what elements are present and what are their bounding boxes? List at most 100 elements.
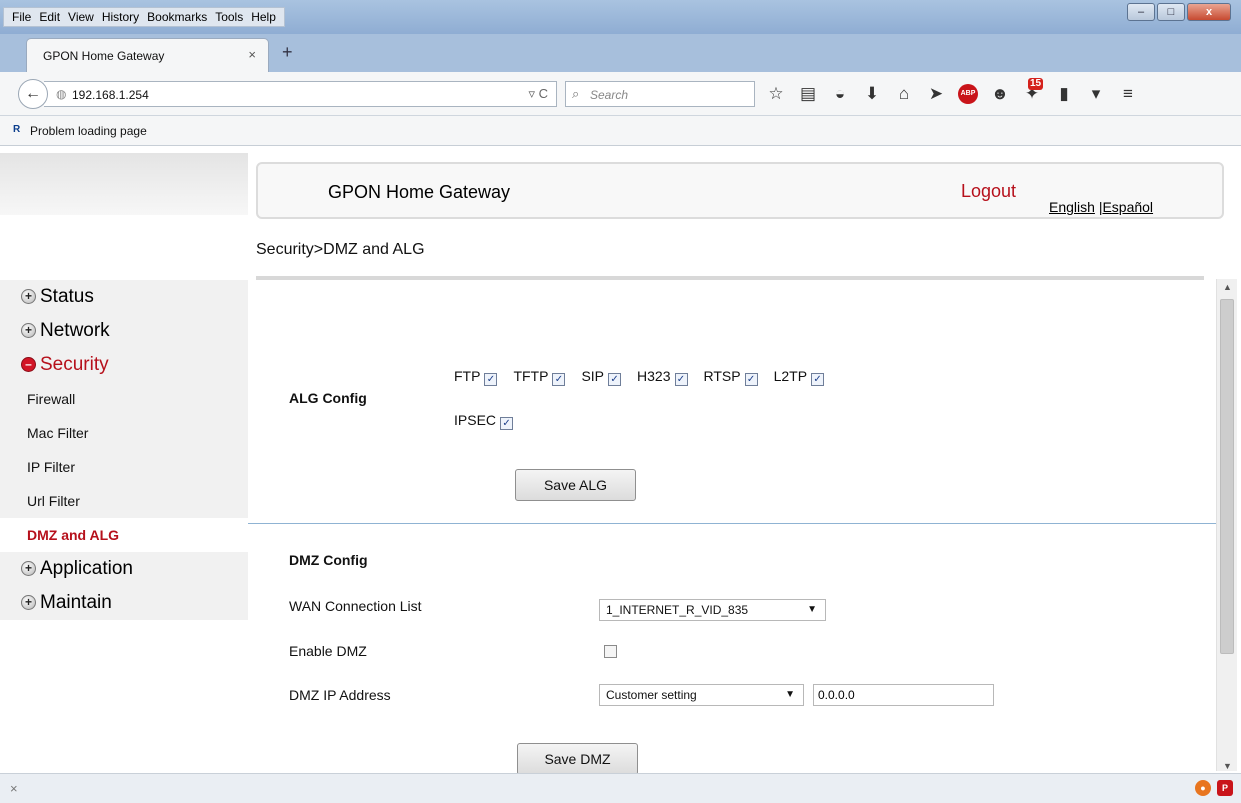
sidebar-nav: + Status + Network – Security Firewall Mac …: [0, 280, 248, 620]
dmz-ip-mode-value: Customer setting: [606, 688, 697, 702]
status-close-icon[interactable]: ×: [10, 781, 18, 796]
adblock-icon[interactable]: ABP: [958, 84, 978, 104]
lang-spanish-link[interactable]: Español: [1102, 199, 1153, 215]
scroll-up-icon[interactable]: ▲: [1223, 282, 1232, 292]
sidebar-item-security[interactable]: – Security: [0, 348, 248, 382]
alg-option-rtsp[interactable]: RTSP ✓: [704, 368, 758, 386]
dropdown-icon[interactable]: ▾: [1080, 84, 1112, 104]
save-alg-button[interactable]: Save ALG: [515, 469, 636, 501]
sidebar-item-status[interactable]: + Status: [0, 280, 248, 314]
scroll-down-icon[interactable]: ▼: [1223, 761, 1232, 771]
lang-english-link[interactable]: English: [1049, 199, 1095, 215]
clipboard-icon[interactable]: ▮: [1048, 84, 1080, 104]
menu-edit[interactable]: Edit: [35, 8, 64, 26]
wan-connection-label: WAN Connection List: [289, 598, 422, 614]
bookmark-star-icon[interactable]: ☆: [760, 84, 792, 104]
checkbox[interactable]: ✓: [674, 373, 688, 386]
tab-close-icon[interactable]: ×: [248, 47, 256, 62]
alg-option-ftp[interactable]: FTP ✓: [454, 368, 498, 386]
option-label: SIP: [581, 368, 605, 384]
sidebar-item-application[interactable]: + Application: [0, 552, 248, 586]
alg-option-ipsec[interactable]: IPSEC ✓: [454, 412, 514, 430]
home-icon[interactable]: ⌂: [888, 84, 920, 104]
reload-icon[interactable]: ▿ C: [528, 86, 548, 102]
sidebar-item-maintain[interactable]: + Maintain: [0, 586, 248, 620]
dmz-ip-mode-select[interactable]: Customer setting ▼: [599, 684, 804, 706]
sidebar-item-label: Security: [40, 354, 109, 375]
back-button[interactable]: ←: [18, 79, 48, 109]
window-controls: – □ x: [1127, 3, 1231, 21]
url-bar[interactable]: ◍ 192.168.1.254 ▿ C: [44, 81, 557, 107]
downloads-icon[interactable]: ⬇: [856, 84, 888, 104]
chevron-down-icon: ▼: [807, 604, 817, 615]
alg-options: FTP ✓ TFTP ✓ SIP ✓ H323 ✓ RTSP ✓ L2TP ✓: [454, 368, 825, 386]
browser-tab[interactable]: GPON Home Gateway ×: [26, 38, 269, 72]
page-viewport: GPON Home Gateway Logout English |Españo…: [0, 146, 1241, 773]
send-icon[interactable]: ➤: [920, 84, 952, 104]
enable-dmz-checkbox[interactable]: [604, 645, 617, 658]
search-input[interactable]: ⌕ Search: [565, 81, 755, 107]
alg-option-l2tp[interactable]: L2TP ✓: [774, 368, 825, 386]
reading-list-icon[interactable]: ▤: [792, 84, 824, 104]
alg-option-h323[interactable]: H323 ✓: [637, 368, 688, 386]
notification-icon[interactable]: ✦ 15: [1016, 78, 1048, 104]
option-label: H323: [637, 368, 671, 384]
checkbox[interactable]: ✓: [484, 373, 498, 386]
sidebar-item-ip-filter[interactable]: IP Filter: [0, 450, 248, 484]
section-divider: [248, 523, 1216, 524]
expand-icon: +: [21, 323, 36, 338]
sidebar-item-dmz-alg[interactable]: DMZ and ALG: [0, 518, 248, 552]
sidebar-header: [0, 153, 248, 215]
notification-badge: 15: [1028, 78, 1044, 90]
minimize-button[interactable]: –: [1127, 3, 1155, 21]
wan-connection-select[interactable]: 1_INTERNET_R_VID_835 ▼: [599, 599, 826, 621]
chat-icon[interactable]: ☻: [984, 84, 1016, 104]
search-icon: ⌕: [572, 86, 580, 101]
bookmark-item[interactable]: Problem loading page: [30, 124, 147, 138]
maximize-button[interactable]: □: [1157, 3, 1185, 21]
alg-option-sip[interactable]: SIP ✓: [581, 368, 622, 386]
toolbar-icons: ☆ ▤ ◒ ⬇ ⌂ ➤ ABP ☻ ✦ 15 ▮ ▾ ≡: [760, 78, 1144, 104]
hamburger-menu-icon[interactable]: ≡: [1112, 84, 1144, 104]
dmz-ip-input[interactable]: 0.0.0.0: [813, 684, 994, 706]
checkbox[interactable]: ✓: [500, 417, 514, 430]
status-bar: × ● P: [0, 773, 1241, 803]
menu-bookmarks[interactable]: Bookmarks: [143, 8, 211, 26]
page-scrollbar[interactable]: ▲ ▼: [1216, 279, 1237, 771]
sidebar-item-firewall[interactable]: Firewall: [0, 382, 248, 416]
firefox-addon-icon[interactable]: ●: [1195, 780, 1211, 796]
menu-help[interactable]: Help: [247, 8, 280, 26]
status-icons: ● P: [1195, 780, 1233, 796]
menu-history[interactable]: History: [98, 8, 143, 26]
bookmark-favicon: R: [13, 124, 21, 135]
close-window-button[interactable]: x: [1187, 3, 1231, 21]
alg-options-row2: IPSEC ✓: [454, 412, 514, 430]
globe-icon: ◍: [56, 87, 67, 101]
menu-view[interactable]: View: [64, 8, 98, 26]
sidebar-item-label: Network: [40, 320, 110, 341]
checkbox[interactable]: ✓: [552, 373, 566, 386]
enable-dmz-label: Enable DMZ: [289, 643, 367, 659]
chevron-down-icon: ▼: [785, 689, 795, 700]
checkbox[interactable]: ✓: [811, 373, 825, 386]
new-tab-button[interactable]: +: [282, 42, 293, 63]
checkbox[interactable]: ✓: [608, 373, 622, 386]
sidebar-item-network[interactable]: + Network: [0, 314, 248, 348]
language-switcher: English |Español: [1049, 199, 1153, 215]
window-titlebar: File Edit View History Bookmarks Tools H…: [0, 0, 1241, 34]
breadcrumb: Security>DMZ and ALG: [256, 241, 425, 258]
scrollbar-thumb[interactable]: [1220, 299, 1234, 654]
sidebar-item-mac-filter[interactable]: Mac Filter: [0, 416, 248, 450]
pdf-addon-icon[interactable]: P: [1217, 780, 1233, 796]
menu-file[interactable]: File: [8, 8, 35, 26]
dmz-ip-label: DMZ IP Address: [289, 687, 391, 703]
logout-link[interactable]: Logout: [961, 181, 1016, 202]
alg-option-tftp[interactable]: TFTP ✓: [513, 368, 566, 386]
expand-icon: +: [21, 561, 36, 576]
menu-tools[interactable]: Tools: [211, 8, 247, 26]
checkbox[interactable]: ✓: [744, 373, 758, 386]
save-dmz-button[interactable]: Save DMZ: [517, 743, 638, 773]
wan-connection-value: 1_INTERNET_R_VID_835: [606, 603, 749, 617]
pocket-icon[interactable]: ◒: [824, 84, 856, 104]
sidebar-item-url-filter[interactable]: Url Filter: [0, 484, 248, 518]
